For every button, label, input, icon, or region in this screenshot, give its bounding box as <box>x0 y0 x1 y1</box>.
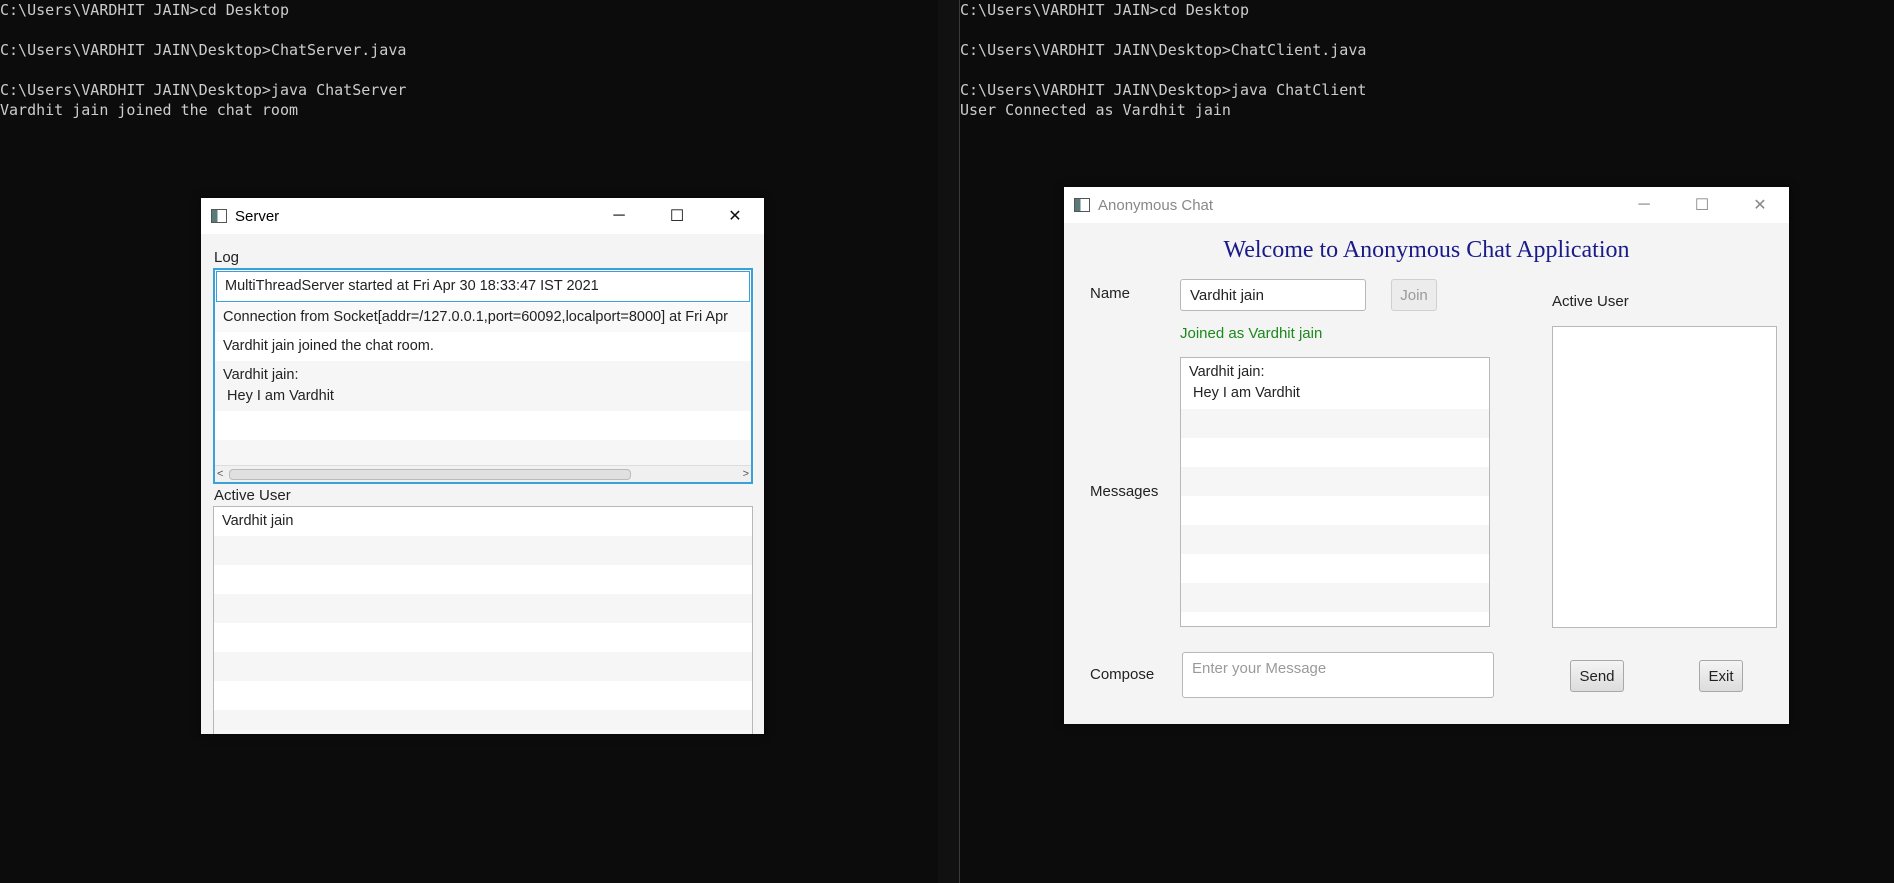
log-message-from: Vardhit jain: <box>223 367 299 383</box>
console-line: C:\Users\VARDHIT JAIN>cd Desktop <box>960 1 1249 19</box>
active-user-list[interactable]: Vardhit jain <box>213 506 753 734</box>
log-row[interactable]: MultiThreadServer started at Fri Apr 30 … <box>216 271 750 302</box>
active-user-label: Active User <box>1552 293 1629 310</box>
list-item <box>1181 496 1489 525</box>
join-status: Joined as Vardhit jain <box>1180 325 1323 342</box>
compose-placeholder: Enter your Message <box>1192 660 1327 677</box>
message-text: Hey I am Vardhit <box>1189 385 1300 401</box>
scroll-right-icon[interactable]: > <box>743 466 749 482</box>
message-item[interactable]: Vardhit jain: Hey I am Vardhit <box>1181 358 1489 409</box>
console-line: C:\Users\VARDHIT JAIN\Desktop>ChatServer… <box>0 41 407 59</box>
list-item <box>1181 438 1489 467</box>
log-row[interactable]: Vardhit jain joined the chat room. <box>215 332 751 361</box>
list-item <box>214 710 752 734</box>
welcome-heading: Welcome to Anonymous Chat Application <box>1223 237 1630 263</box>
name-input[interactable]: Vardhit jain <box>1180 279 1366 311</box>
active-user-label: Active User <box>214 487 291 504</box>
log-label: Log <box>214 249 240 266</box>
list-item <box>1181 409 1489 438</box>
console-line: Vardhit jain joined the chat room <box>0 101 299 119</box>
list-item <box>214 623 752 652</box>
log-row[interactable]: Connection from Socket[addr=/127.0.0.1,p… <box>215 303 751 332</box>
close-icon[interactable]: ✕ <box>706 198 764 234</box>
console-line: C:\Users\VARDHIT JAIN\Desktop>java ChatC… <box>960 81 1367 99</box>
compose-input[interactable]: Enter your Message <box>1182 652 1494 698</box>
java-app-icon <box>211 209 227 223</box>
list-item <box>1181 554 1489 583</box>
window-title: Anonymous Chat <box>1098 196 1214 214</box>
console-scrollbar[interactable] <box>938 0 960 883</box>
console-line: C:\Users\VARDHIT JAIN>cd Desktop <box>0 1 289 19</box>
console-line: C:\Users\VARDHIT JAIN\Desktop>java ChatS… <box>0 81 407 99</box>
log-row[interactable]: Vardhit jain: Hey I am Vardhit <box>215 361 751 411</box>
log-horizontal-scrollbar[interactable]: < > <box>215 465 751 482</box>
send-button[interactable]: Send <box>1570 660 1624 692</box>
server-window: Server ─ ☐ ✕ Log MultiThreadServer start… <box>201 198 764 734</box>
messages-label: Messages <box>1090 483 1159 500</box>
client-titlebar[interactable]: Anonymous Chat ─ ☐ ✕ <box>1064 187 1789 223</box>
message-from: Vardhit jain: <box>1189 364 1265 380</box>
maximize-icon[interactable]: ☐ <box>1673 187 1731 223</box>
join-button[interactable]: Join <box>1391 279 1437 311</box>
active-user-row[interactable]: Vardhit jain <box>214 507 752 536</box>
java-app-icon <box>1074 198 1090 212</box>
list-item <box>214 536 752 565</box>
list-item <box>214 681 752 710</box>
list-item <box>1181 583 1489 612</box>
active-user-list[interactable] <box>1552 326 1777 628</box>
console-line: C:\Users\VARDHIT JAIN\Desktop>ChatClient… <box>960 41 1367 59</box>
server-titlebar[interactable]: Server ─ ☐ ✕ <box>201 198 764 234</box>
log-list[interactable]: MultiThreadServer started at Fri Apr 30 … <box>213 268 753 484</box>
messages-list[interactable]: Vardhit jain: Hey I am Vardhit <box>1180 357 1490 627</box>
close-icon[interactable]: ✕ <box>1731 187 1789 223</box>
console-line: User Connected as Vardhit jain <box>960 101 1231 119</box>
log-message-text: Hey I am Vardhit <box>223 388 334 404</box>
minimize-icon[interactable]: ─ <box>1615 187 1673 223</box>
exit-button[interactable]: Exit <box>1699 660 1743 692</box>
scrollbar-thumb[interactable] <box>229 469 631 480</box>
scroll-left-icon[interactable]: < <box>217 466 223 482</box>
maximize-icon[interactable]: ☐ <box>648 198 706 234</box>
list-item <box>1181 467 1489 496</box>
list-item <box>214 652 752 681</box>
window-title: Server <box>235 207 280 225</box>
minimize-icon[interactable]: ─ <box>590 198 648 234</box>
log-row[interactable] <box>215 411 751 440</box>
name-label: Name <box>1090 285 1131 302</box>
list-item <box>214 565 752 594</box>
list-item <box>214 594 752 623</box>
client-window: Anonymous Chat ─ ☐ ✕ Welcome to Anonymou… <box>1064 187 1789 724</box>
list-item <box>1181 525 1489 554</box>
compose-label: Compose <box>1090 666 1155 683</box>
